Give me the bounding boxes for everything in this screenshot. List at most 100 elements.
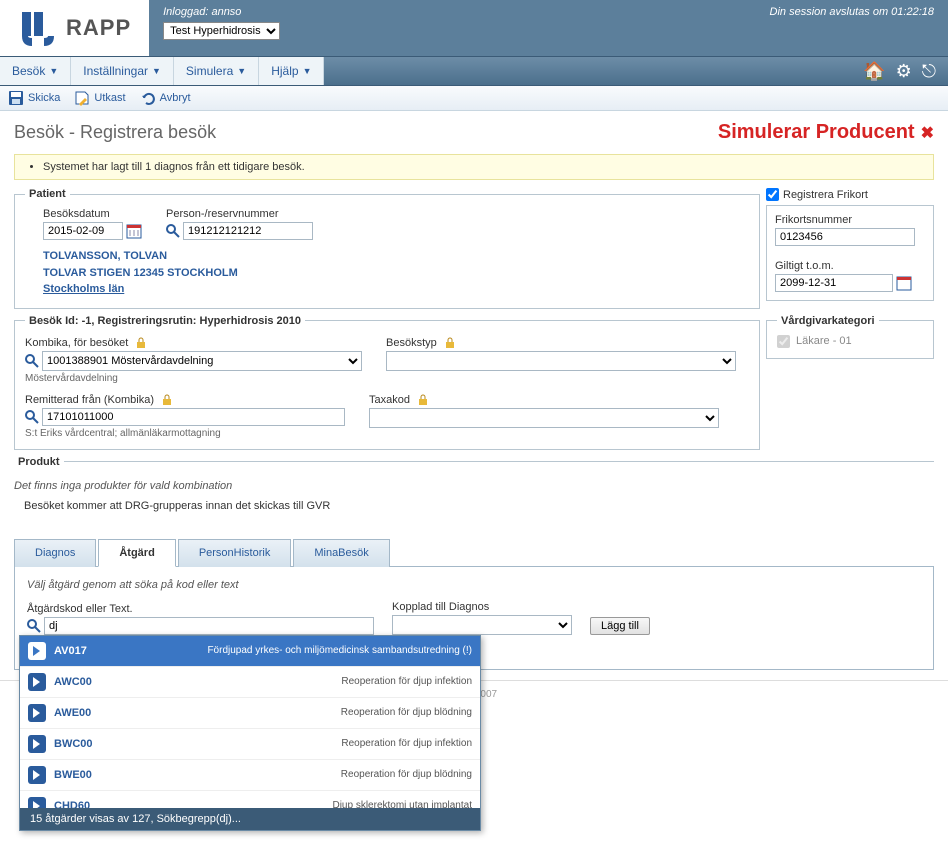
vardgivar-legend: Vårdgivarkategori	[777, 315, 879, 327]
produkt-legend: Produkt	[14, 456, 64, 468]
autocomplete-item[interactable]: AV017Fördjupad yrkes- och miljömedicinsk…	[20, 636, 480, 667]
kopplad-select[interactable]	[392, 615, 572, 635]
besokstyp-label: Besökstyp	[386, 337, 736, 349]
search-icon[interactable]	[25, 354, 39, 368]
session-bar: Inloggad: annso Test Hyperhidrosis Din s…	[149, 0, 948, 56]
tab-minabesok[interactable]: MinaBesök	[293, 539, 389, 567]
header: RAPP Inloggad: annso Test Hyperhidrosis …	[0, 0, 948, 56]
besokstyp-select[interactable]	[386, 351, 736, 371]
session-user: Inloggad: annso	[163, 6, 280, 18]
autocomplete-item[interactable]: AWC00Reoperation för djup infektion	[20, 667, 480, 698]
kombika-select[interactable]: 1001388901 Möstervårdavdelning	[42, 351, 362, 371]
main-menu: Besök▼ Inställningar▼ Simulera▼ Hjälp▼	[0, 57, 324, 85]
tab-atgard[interactable]: Åtgärd	[98, 539, 175, 567]
autocomplete-item[interactable]: CHD60 Djup sklerektomi utan implantat	[20, 791, 480, 808]
lagg-till-button[interactable]: Lägg till	[590, 617, 650, 635]
arrow-icon	[28, 673, 46, 691]
tab-personhistorik[interactable]: PersonHistorik	[178, 539, 292, 567]
frikortsnummer-input[interactable]	[775, 228, 915, 246]
produkt-empty-text: Det finns inga produkter för vald kombin…	[14, 480, 924, 492]
autocomplete-desc: Reoperation för djup blödning	[132, 769, 472, 780]
besok-fieldset: Besök Id: -1, Registreringsrutin: Hyperh…	[14, 315, 760, 450]
remitt-input[interactable]	[42, 408, 345, 426]
arrow-icon	[28, 766, 46, 784]
atgardskod-input[interactable]	[44, 617, 374, 635]
besok-legend: Besök Id: -1, Registreringsrutin: Hyperh…	[25, 315, 305, 327]
search-icon[interactable]	[25, 410, 39, 424]
autocomplete-code: BWE00	[54, 769, 124, 781]
besoksdatum-input[interactable]	[43, 222, 123, 240]
frikort-checkbox[interactable]	[766, 188, 779, 201]
avbryt-button[interactable]: Avbryt	[140, 90, 191, 106]
menu-installningar[interactable]: Inställningar▼	[71, 57, 174, 85]
lock-icon	[444, 337, 456, 349]
home-icon[interactable]: 🏠	[863, 61, 885, 82]
patient-region-link[interactable]: Stockholms län	[43, 281, 749, 298]
remitt-label: Remitterad från (Kombika)	[25, 394, 345, 406]
arrow-icon	[28, 735, 46, 753]
patient-legend: Patient	[25, 188, 70, 200]
tab-bar: Diagnos Åtgärd PersonHistorik MinaBesök	[14, 538, 934, 567]
logo-area: RAPP	[0, 0, 149, 56]
menubar: Besök▼ Inställningar▼ Simulera▼ Hjälp▼ 🏠…	[0, 56, 948, 86]
lock-icon	[161, 394, 173, 406]
vardgivar-item: Läkare - 01	[796, 335, 852, 347]
autocomplete-item[interactable]: BWE00 Reoperation för djup blödning	[20, 760, 480, 791]
autocomplete-list[interactable]: AV017Fördjupad yrkes- och miljömedicinsk…	[20, 636, 480, 808]
skicka-button[interactable]: Skicka	[8, 90, 60, 106]
search-icon[interactable]	[27, 619, 41, 633]
tab-diagnos[interactable]: Diagnos	[14, 539, 96, 567]
produkt-drg-text: Besöket kommer att DRG-grupperas innan d…	[24, 500, 924, 512]
menu-hjalp[interactable]: Hjälp▼	[259, 57, 324, 85]
menu-simulera[interactable]: Simulera▼	[174, 57, 259, 85]
autocomplete-item[interactable]: AWE00 Reoperation för djup blödning	[20, 698, 480, 729]
menu-besok[interactable]: Besök▼	[0, 57, 71, 85]
personnr-label: Person-/reservnummer	[166, 208, 313, 220]
autocomplete-footer: 15 åtgärder visas av 127, Sökbegrepp(dj)…	[20, 808, 480, 830]
arrow-icon	[28, 642, 46, 660]
autocomplete-desc: Djup sklerektomi utan implantat	[132, 800, 472, 808]
context-select[interactable]: Test Hyperhidrosis	[163, 22, 280, 40]
simulator-close-icon[interactable]: ✖	[921, 123, 934, 143]
giltigt-input[interactable]	[775, 274, 893, 292]
arrow-icon	[28, 704, 46, 722]
produkt-section: Produkt Det finns inga produkter för val…	[14, 456, 934, 532]
frikort-checkbox-label: Registrera Frikort	[783, 189, 868, 201]
frikort-panel: Registrera Frikort Frikortsnummer Giltig…	[766, 188, 934, 301]
vardgivar-fieldset: Vårdgivarkategori Läkare - 01	[766, 315, 934, 359]
autocomplete-desc: Reoperation för djup infektion	[132, 676, 472, 687]
calendar-icon[interactable]	[126, 223, 142, 239]
utkast-button[interactable]: Utkast	[74, 90, 125, 106]
tab-content-atgard: Välj åtgärd genom att söka på kod eller …	[14, 567, 934, 670]
taxakod-label: Taxakod	[369, 394, 719, 406]
giltigt-label: Giltigt t.o.m.	[775, 260, 925, 272]
atgard-instruction: Välj åtgärd genom att söka på kod eller …	[27, 579, 921, 591]
gear-icon[interactable]: ⚙	[896, 61, 912, 82]
patient-name-text: TOLVANSSON, TOLVAN	[43, 248, 749, 265]
calendar-icon[interactable]	[896, 275, 912, 291]
logout-icon[interactable]: ⎋	[922, 61, 936, 82]
autocomplete-desc: Fördjupad yrkes- och miljömedicinsk samb…	[132, 645, 472, 656]
notice-box: Systemet har lagt till 1 diagnos från et…	[14, 154, 934, 180]
kombika-label: Kombika, för besöket	[25, 337, 362, 349]
autocomplete-code: BWC00	[54, 738, 124, 750]
kopplad-label: Kopplad till Diagnos	[392, 601, 572, 613]
patient-fieldset: Patient Besöksdatum Person-/reservnummer	[14, 188, 760, 309]
app-logo-icon	[18, 8, 58, 48]
taxakod-select[interactable]	[369, 408, 719, 428]
lock-icon	[417, 394, 429, 406]
remitt-sub: S:t Eriks vårdcentral; allmänläkarmottag…	[25, 428, 345, 439]
vardgivar-checkbox	[777, 335, 790, 348]
autocomplete-desc: Reoperation för djup blödning	[132, 707, 472, 718]
page-title: Besök - Registrera besök	[14, 122, 216, 143]
search-icon[interactable]	[166, 224, 180, 238]
autocomplete-item[interactable]: BWC00Reoperation för djup infektion	[20, 729, 480, 760]
kombika-sub: Möstervårdavdelning	[25, 373, 362, 384]
toolbar: Skicka Utkast Avbryt	[0, 86, 948, 111]
autocomplete-dropdown: AV017Fördjupad yrkes- och miljömedicinsk…	[19, 635, 481, 831]
lock-icon	[135, 337, 147, 349]
autocomplete-code: CHD60	[54, 800, 124, 808]
undo-icon	[140, 90, 156, 106]
personnr-input[interactable]	[183, 222, 313, 240]
autocomplete-code: AWE00	[54, 707, 124, 719]
